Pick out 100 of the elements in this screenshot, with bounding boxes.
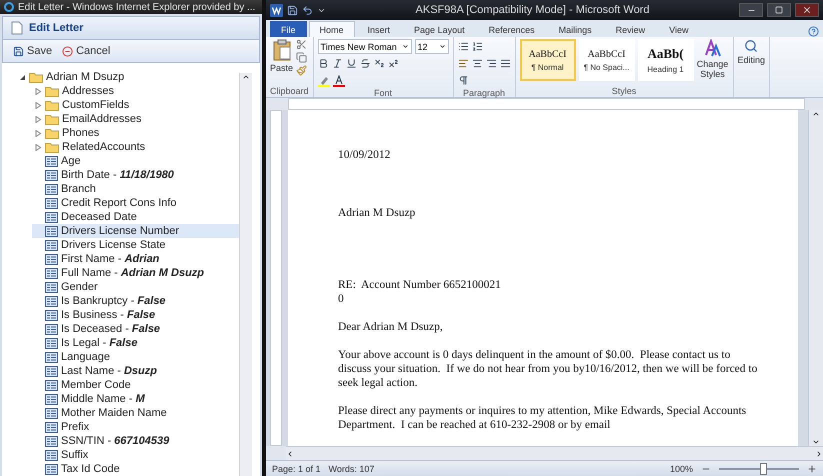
group-label: Clipboard xyxy=(270,86,309,97)
font-size-field[interactable]: 12 xyxy=(414,39,449,54)
tree-item[interactable]: SSN/TIN - 667104539 xyxy=(32,434,239,448)
style-gallery-item[interactable]: AaBbCcI ¶ No Spaci... xyxy=(578,39,635,81)
scroll-down-icon[interactable] xyxy=(812,438,820,446)
window-title: AKSF98A [Compatibility Mode] - Microsoft Word xyxy=(414,4,650,16)
field-icon xyxy=(45,464,58,474)
copy-icon[interactable] xyxy=(296,52,308,63)
underline-icon[interactable] xyxy=(346,58,357,69)
expand-arrow-icon[interactable] xyxy=(34,88,42,94)
tree-item[interactable]: Is Bankruptcy - False xyxy=(32,294,239,308)
ribbon-tab[interactable]: Home xyxy=(308,21,355,37)
editing-label[interactable]: Editing xyxy=(738,55,766,65)
expand-arrow-icon[interactable] xyxy=(34,102,42,108)
folder-icon xyxy=(45,114,59,124)
dropdown-icon[interactable] xyxy=(438,43,446,50)
collapse-arrow-icon[interactable] xyxy=(18,74,26,80)
cancel-button[interactable]: Cancel xyxy=(60,45,112,57)
undo-icon[interactable] xyxy=(302,4,313,16)
tree-item[interactable]: Language xyxy=(32,350,239,364)
ribbon-tab[interactable]: File xyxy=(270,21,307,37)
maximize-button[interactable] xyxy=(767,3,791,17)
tree-item[interactable]: Credit Report Cons Info xyxy=(32,196,239,210)
tree-item[interactable]: Mother Maiden Name xyxy=(32,406,239,420)
cut-icon[interactable] xyxy=(296,39,308,50)
document-paragraph: 0 xyxy=(338,292,345,306)
ribbon-tab[interactable]: Mailings xyxy=(548,21,603,37)
tree-item[interactable]: CustomFields xyxy=(32,98,239,112)
bold-icon[interactable] xyxy=(318,58,329,69)
align-left-icon[interactable] xyxy=(458,58,469,69)
tree-item[interactable]: First Name - Adrian xyxy=(32,252,239,266)
pilcrow-icon[interactable] xyxy=(458,75,469,86)
tree-item[interactable]: Deceased Date xyxy=(32,210,239,224)
format-painter-icon[interactable] xyxy=(296,65,308,76)
tree-item[interactable]: Branch xyxy=(32,182,239,196)
ribbon-tab[interactable]: Review xyxy=(604,21,656,37)
scroll-left-icon[interactable] xyxy=(286,450,294,458)
font-name-field[interactable]: Times New Roman xyxy=(318,39,412,54)
ribbon-tab[interactable]: Page Layout xyxy=(403,21,476,37)
expand-arrow-icon[interactable] xyxy=(34,144,42,150)
strikethrough-icon[interactable] xyxy=(360,58,371,69)
dropdown-icon[interactable] xyxy=(402,43,409,50)
save-icon[interactable] xyxy=(287,4,298,16)
tree-item[interactable]: Tax Id Code xyxy=(32,462,239,476)
tree-item[interactable]: Phones xyxy=(32,126,239,140)
tree-item[interactable]: Addresses xyxy=(32,84,239,98)
close-button[interactable] xyxy=(795,3,819,17)
vertical-scrollbar[interactable] xyxy=(808,110,823,446)
tree-item[interactable]: Last Name - Dsuzp xyxy=(32,364,239,378)
tree-item[interactable]: Prefix xyxy=(32,420,239,434)
tree-item[interactable]: Is Legal - False xyxy=(32,336,239,350)
subscript-icon[interactable] xyxy=(374,58,385,69)
font-color-icon[interactable] xyxy=(332,74,345,86)
zoom-in-icon[interactable] xyxy=(807,464,817,474)
style-gallery-item[interactable]: AaBb( Heading 1 xyxy=(638,39,694,81)
style-gallery-item[interactable]: AaBbCcI ¶ Normal xyxy=(520,39,576,81)
scroll-up-icon[interactable] xyxy=(242,73,250,81)
tree-item[interactable]: Member Code xyxy=(32,378,239,392)
scrollbar[interactable] xyxy=(239,73,252,476)
tree-item[interactable]: Suffix xyxy=(32,448,239,462)
tree-item[interactable]: Is Deceased - False xyxy=(32,322,239,336)
scroll-right-icon[interactable] xyxy=(815,450,823,458)
close-icon xyxy=(802,5,812,15)
numbering-icon[interactable] xyxy=(472,41,483,52)
tree-item[interactable]: Middle Name - M xyxy=(32,392,239,406)
tree-item[interactable]: Birth Date - 11/18/1980 xyxy=(32,168,239,182)
superscript-icon[interactable] xyxy=(388,58,399,69)
scroll-up-icon[interactable] xyxy=(812,110,820,118)
search-icon[interactable] xyxy=(744,39,758,53)
save-button[interactable]: Save xyxy=(11,45,54,57)
expand-arrow-icon[interactable] xyxy=(34,130,42,136)
tree-item[interactable]: Full Name - Adrian M Dsuzp xyxy=(32,266,239,280)
word-count[interactable]: Words: 107 xyxy=(328,464,374,474)
help-icon[interactable] xyxy=(808,26,819,37)
tree-item[interactable]: EmailAddresses xyxy=(32,112,239,126)
tree-item[interactable]: Drivers License Number xyxy=(32,224,239,238)
tree-item[interactable]: RelatedAccounts xyxy=(32,140,239,154)
tree-item[interactable]: Drivers License State xyxy=(32,238,239,252)
expand-arrow-icon[interactable] xyxy=(34,116,42,122)
tree-item[interactable]: Gender xyxy=(32,280,239,294)
italic-icon[interactable] xyxy=(332,58,343,69)
align-center-icon[interactable] xyxy=(472,58,483,69)
zoom-level[interactable]: 100% xyxy=(670,464,693,474)
page-count[interactable]: Page: 1 of 1 xyxy=(272,464,321,474)
tree-item[interactable]: Adrian M Dsuzp xyxy=(16,70,239,84)
justify-icon[interactable] xyxy=(500,58,511,69)
clipboard-icon[interactable] xyxy=(272,39,292,61)
zoom-slider-thumb[interactable] xyxy=(760,462,767,474)
align-right-icon[interactable] xyxy=(486,58,497,69)
ribbon-tab[interactable]: References xyxy=(478,21,546,37)
document-paragraph: RE: Account Number 6652100021 xyxy=(338,278,502,292)
change-styles-label[interactable]: Change Styles xyxy=(696,59,729,79)
tree-item[interactable]: Age xyxy=(32,154,239,168)
ribbon-tab[interactable]: View xyxy=(658,21,700,37)
tree-item-label: Gender xyxy=(61,281,98,293)
tree-item[interactable]: Is Business - False xyxy=(32,308,239,322)
change-styles-icon[interactable] xyxy=(704,39,722,57)
ribbon-tab[interactable]: Insert xyxy=(356,21,402,37)
horizontal-scrollbar[interactable] xyxy=(286,446,823,460)
paste-label[interactable]: Paste xyxy=(270,63,294,73)
